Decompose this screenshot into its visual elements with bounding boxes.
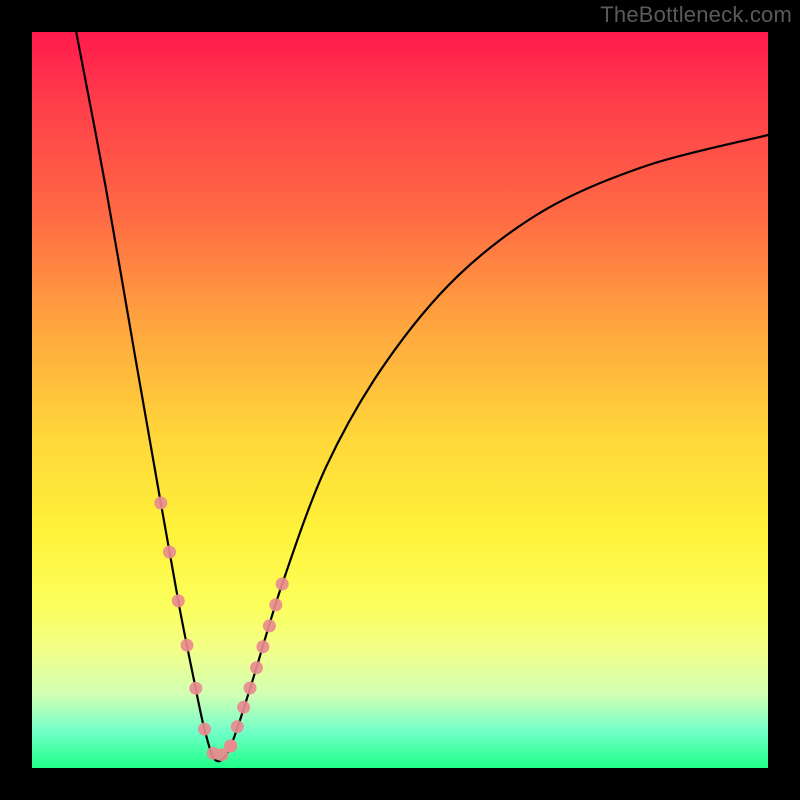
highlight-dot (237, 701, 250, 714)
highlight-dot (154, 497, 167, 510)
watermark-text: TheBottleneck.com (600, 2, 792, 28)
highlight-dot (244, 682, 257, 695)
highlight-dot (172, 594, 185, 607)
highlight-dot (269, 598, 282, 611)
bottleneck-curve-path (76, 32, 768, 761)
highlight-dots (154, 497, 288, 762)
plot-area (32, 32, 768, 768)
highlight-dot (276, 578, 289, 591)
highlight-dot (231, 720, 244, 733)
highlight-dot (224, 739, 237, 752)
highlight-dot (263, 619, 276, 632)
highlight-dot (250, 661, 263, 674)
highlight-dot (189, 682, 202, 695)
highlight-dot (198, 723, 211, 736)
highlight-dot (163, 546, 176, 559)
highlight-dot (256, 640, 269, 653)
chart-frame: TheBottleneck.com (0, 0, 800, 800)
curve-svg (32, 32, 768, 768)
highlight-dot (181, 639, 194, 652)
